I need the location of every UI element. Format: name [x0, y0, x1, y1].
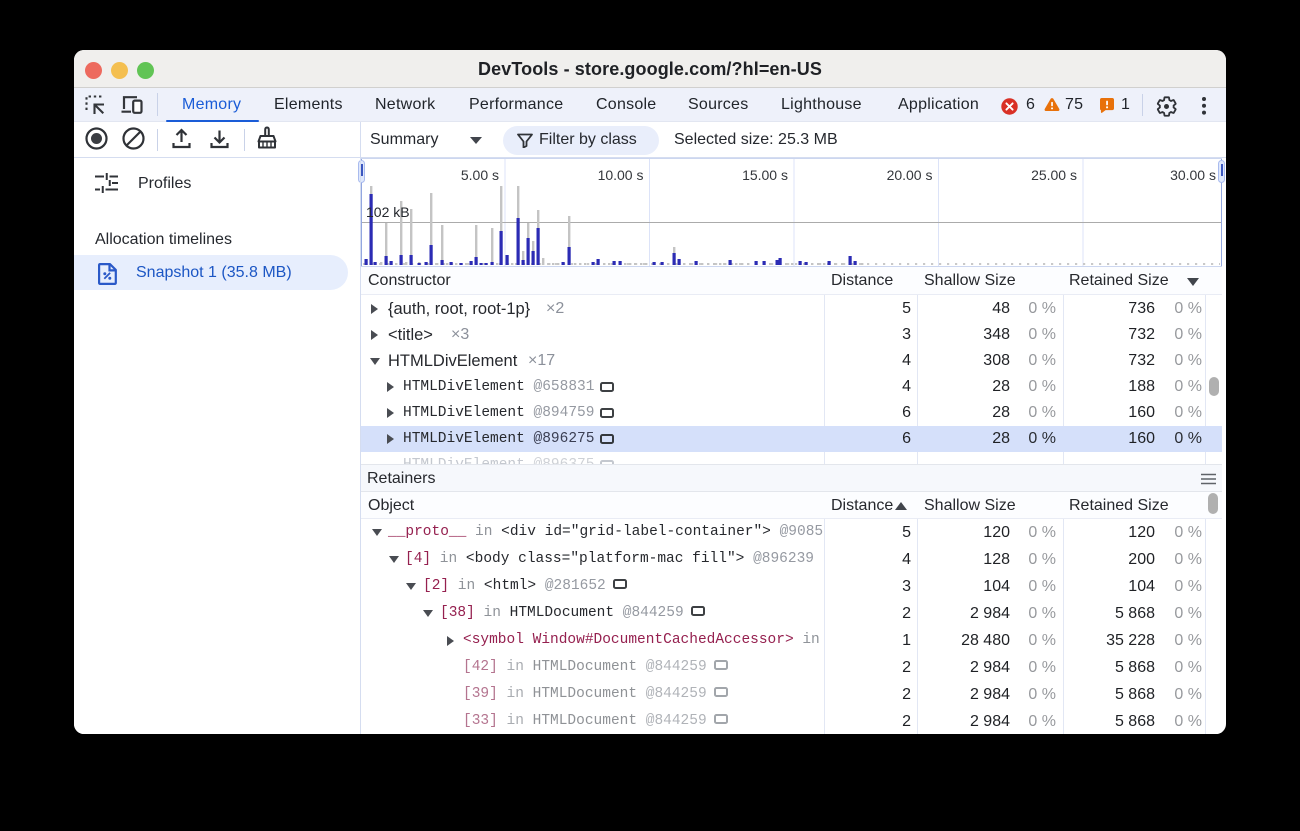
svg-text:15.00 s: 15.00 s — [742, 167, 788, 183]
svg-text:30.00 s: 30.00 s — [1170, 167, 1216, 183]
svg-text:25.00 s: 25.00 s — [1031, 167, 1077, 183]
svg-text:20.00 s: 20.00 s — [887, 167, 933, 183]
svg-text:102 kB: 102 kB — [366, 204, 410, 220]
svg-text:5.00 s: 5.00 s — [461, 167, 499, 183]
svg-text:10.00 s: 10.00 s — [598, 167, 644, 183]
